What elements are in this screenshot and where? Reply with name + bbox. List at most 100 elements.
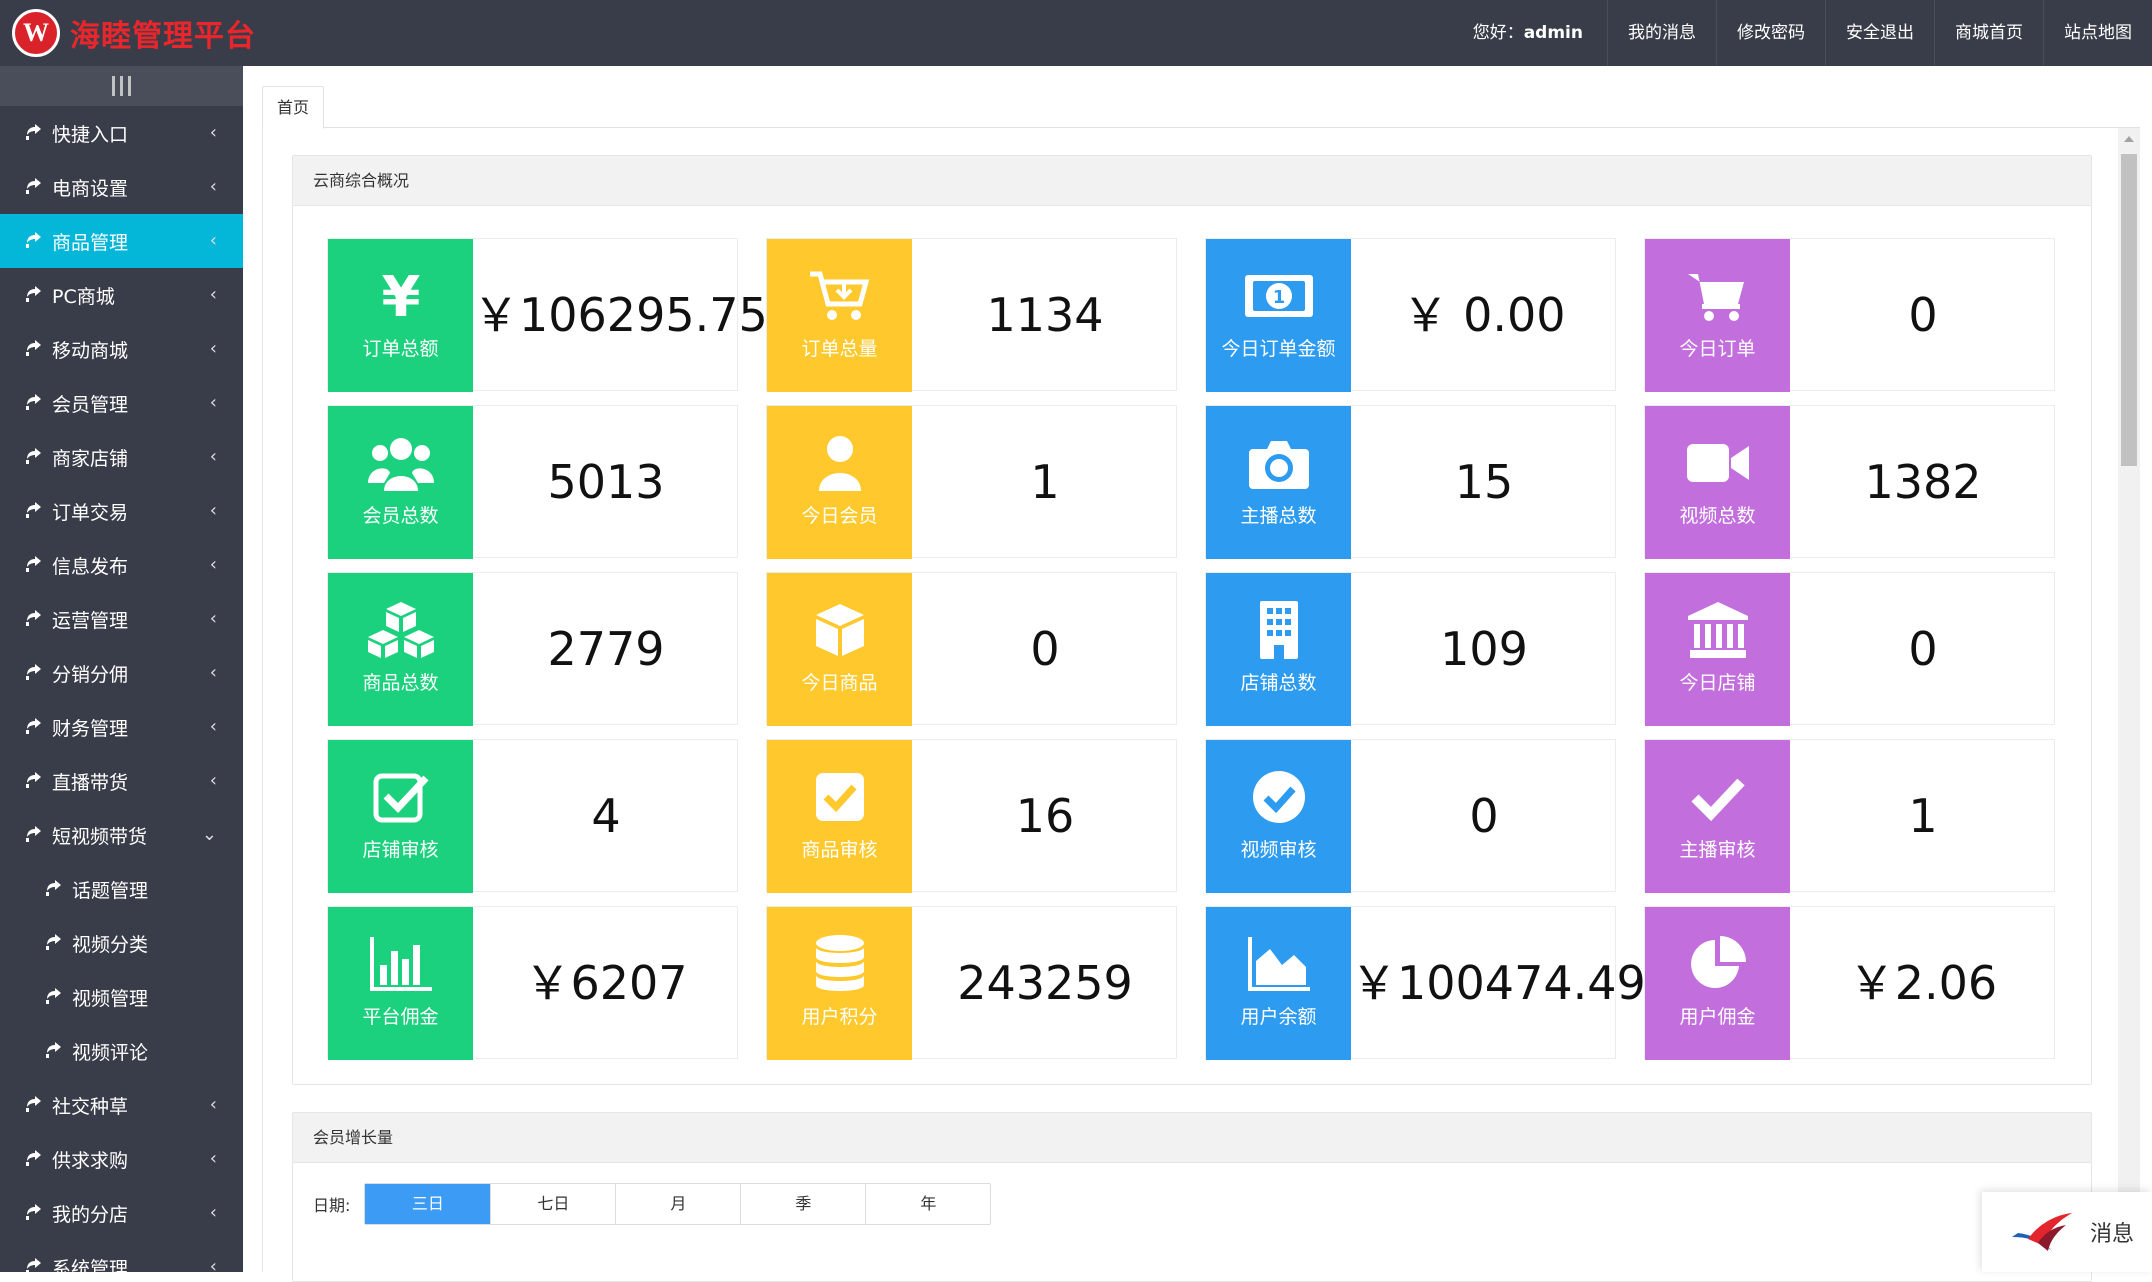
stat-card[interactable]: 1 今日订单金额 ￥ 0.00 <box>1205 238 1616 392</box>
sidebar-item-9[interactable]: 信息发布 ‹ <box>0 538 243 592</box>
sidebar-item-1[interactable]: 快捷入口 ‹ <box>0 106 243 160</box>
stat-label: 今日订单金额 <box>1221 338 1336 360</box>
stat-value: 0 <box>1908 288 1938 342</box>
sidebar-item-4[interactable]: PC商城 ‹ <box>0 268 243 322</box>
range-button[interactable]: 季 <box>740 1184 865 1224</box>
chevron-left-icon: ‹ <box>209 716 217 737</box>
sidebar-item-17[interactable]: 视频管理 <box>0 970 243 1024</box>
stat-icon-box: 商品审核 <box>767 740 912 893</box>
stat-label: 订单总额 <box>362 338 439 360</box>
range-button[interactable]: 三日 <box>365 1184 491 1224</box>
chevron-left-icon: ‹ <box>209 770 217 791</box>
sidebar-toggle[interactable] <box>0 66 243 106</box>
stat-icon-box: 订单总量 <box>767 239 912 392</box>
stat-card[interactable]: 今日订单 0 <box>1644 238 2055 392</box>
range-button[interactable]: 月 <box>615 1184 740 1224</box>
stat-icon-box: 主播审核 <box>1645 740 1790 893</box>
chevron-left-icon: ‹ <box>209 1202 217 1223</box>
stat-value: 1 <box>1908 789 1938 843</box>
sidebar-item-10[interactable]: 运营管理 ‹ <box>0 592 243 646</box>
stat-card[interactable]: 主播审核 1 <box>1644 739 2055 893</box>
stat-card[interactable]: 今日店铺 0 <box>1644 572 2055 726</box>
cubes-icon <box>328 595 473 665</box>
stat-card[interactable]: 今日商品 0 <box>766 572 1177 726</box>
sidebar-item-19[interactable]: 社交种草 ‹ <box>0 1078 243 1132</box>
check-square-outline-icon <box>328 762 473 832</box>
stat-icon-box: 1 今日订单金额 <box>1206 239 1351 392</box>
stat-card[interactable]: ¥ 订单总额 ￥106295.75 <box>327 238 768 392</box>
sidebar-item-2[interactable]: 电商设置 ‹ <box>0 160 243 214</box>
sidebar-item-20[interactable]: 供求求购 ‹ <box>0 1132 243 1186</box>
scrollbar-thumb[interactable] <box>2121 154 2137 466</box>
stat-card[interactable]: 店铺审核 4 <box>327 739 738 893</box>
greeting: 您好：admin <box>1472 23 1583 43</box>
svg-text:1: 1 <box>1272 287 1285 308</box>
stat-card[interactable]: 商品审核 16 <box>766 739 1177 893</box>
stat-card[interactable]: 商品总数 2779 <box>327 572 738 726</box>
date-range-selector: 三日 七日月季年 <box>364 1183 992 1225</box>
stat-label: 今日店铺 <box>1679 672 1756 694</box>
sidebar-item-3[interactable]: 商品管理 ‹ <box>0 214 243 268</box>
sidebar-item-7[interactable]: 商家店铺 ‹ <box>0 430 243 484</box>
stat-label: 用户积分 <box>801 1006 878 1028</box>
stat-label: 店铺总数 <box>1240 672 1317 694</box>
stat-card[interactable]: 用户余额 ￥100474.49 <box>1205 906 1646 1060</box>
stat-card[interactable]: 主播总数 15 <box>1205 405 1616 559</box>
tab-home[interactable]: 首页 <box>262 86 325 129</box>
menu-item-icon <box>24 825 44 845</box>
stat-card[interactable]: 用户佣金 ￥2.06 <box>1644 906 2055 1060</box>
sidebar-item-8[interactable]: 订单交易 ‹ <box>0 484 243 538</box>
sidebar-item-14[interactable]: 短视频带货 ⌄ <box>0 808 243 862</box>
nav-mall-home[interactable]: 商城首页 <box>1934 0 2043 66</box>
scroll-up-arrow-icon[interactable] <box>2124 136 2134 142</box>
stat-card[interactable]: 视频审核 0 <box>1205 739 1616 893</box>
stat-value: ￥106295.75 <box>473 288 768 342</box>
stat-value: 16 <box>1015 789 1075 843</box>
chevron-left-icon: ‹ <box>209 284 217 305</box>
stat-card[interactable]: 会员总数 5013 <box>327 405 738 559</box>
stat-card[interactable]: 今日会员 1 <box>766 405 1177 559</box>
sidebar-item-22[interactable]: 系统管理 ‹ <box>0 1240 243 1272</box>
stat-icon-box: 今日商品 <box>767 573 912 726</box>
nav-logout[interactable]: 安全退出 <box>1825 0 1934 66</box>
stat-label: 平台佣金 <box>362 1006 439 1028</box>
message-widget[interactable]: 消息 <box>1982 1192 2152 1272</box>
stat-card[interactable]: 订单总量 1134 <box>766 238 1177 392</box>
stat-icon-box: 视频审核 <box>1206 740 1351 893</box>
stat-label: 视频审核 <box>1240 839 1317 861</box>
chevron-left-icon: ‹ <box>209 1094 217 1115</box>
stat-label: 今日商品 <box>801 672 878 694</box>
sidebar-item-18[interactable]: 视频评论 <box>0 1024 243 1078</box>
sidebar-item-15[interactable]: 话题管理 <box>0 862 243 916</box>
video-camera-icon <box>1645 428 1790 498</box>
stat-icon-box: 店铺总数 <box>1206 573 1351 726</box>
chevron-left-icon: ‹ <box>209 392 217 413</box>
range-button[interactable]: 年 <box>865 1184 990 1224</box>
yen-icon: ¥ <box>328 261 473 331</box>
nav-site-map[interactable]: 站点地图 <box>2043 0 2152 66</box>
sidebar-item-label: 商品管理 <box>52 231 129 254</box>
stat-value: 5013 <box>547 455 665 509</box>
nav-my-messages[interactable]: 我的消息 <box>1607 0 1716 66</box>
range-button[interactable]: 七日 <box>490 1184 615 1224</box>
chevron-down-icon: ⌄ <box>201 824 217 845</box>
sidebar-item-6[interactable]: 会员管理 ‹ <box>0 376 243 430</box>
menu-item-icon <box>24 1095 44 1115</box>
menu-item-icon <box>24 609 44 629</box>
stat-card[interactable]: 用户积分 243259 <box>766 906 1177 1060</box>
sidebar-item-12[interactable]: 财务管理 ‹ <box>0 700 243 754</box>
nav-change-password[interactable]: 修改密码 <box>1716 0 1825 66</box>
stat-card[interactable]: 店铺总数 109 <box>1205 572 1616 726</box>
sidebar-item-21[interactable]: 我的分店 ‹ <box>0 1186 243 1240</box>
scrollbar[interactable] <box>2118 128 2140 1272</box>
stat-card[interactable]: 平台佣金 ￥6207 <box>327 906 738 1060</box>
growth-panel: 会员增长量 日期: 三日 七日月季年 <box>292 1112 2092 1282</box>
sidebar-item-11[interactable]: 分销分佣 ‹ <box>0 646 243 700</box>
logo[interactable]: W 海睦管理平台 <box>12 8 256 58</box>
sidebar-item-16[interactable]: 视频分类 <box>0 916 243 970</box>
sidebar-item-5[interactable]: 移动商城 ‹ <box>0 322 243 376</box>
pie-chart-icon <box>1645 929 1790 999</box>
sidebar-item-13[interactable]: 直播带货 ‹ <box>0 754 243 808</box>
stat-card[interactable]: 视频总数 1382 <box>1644 405 2055 559</box>
stat-icon-box: 会员总数 <box>328 406 473 559</box>
